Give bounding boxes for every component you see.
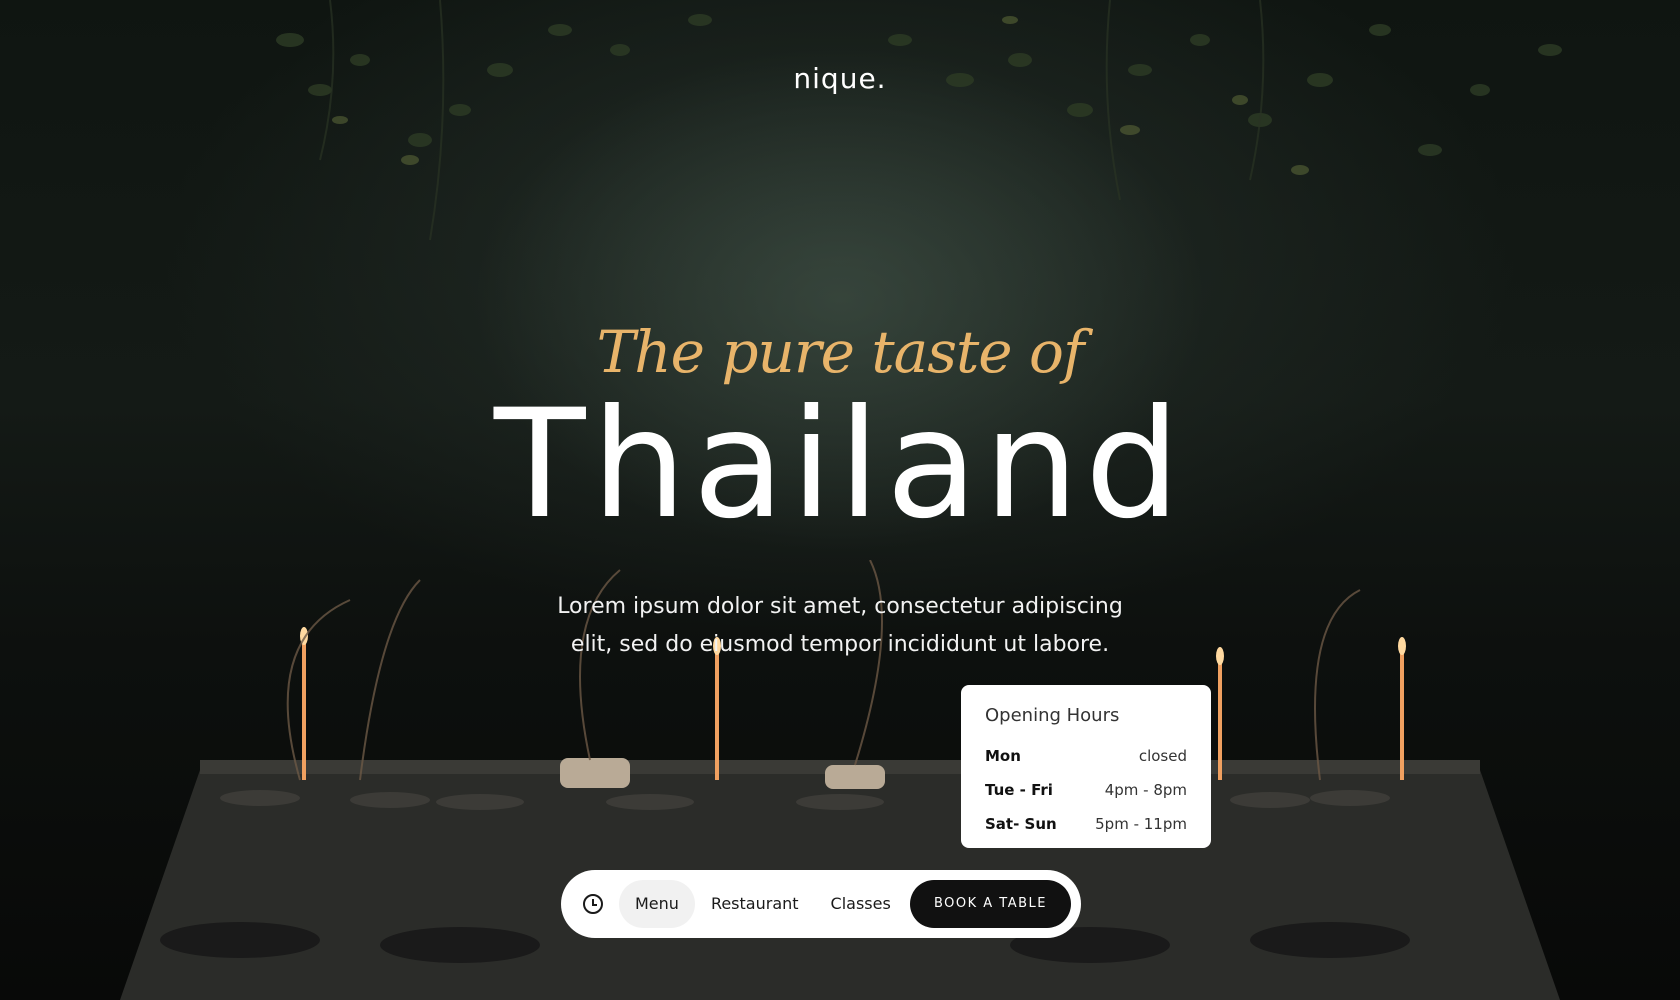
hours-time: 4pm - 8pm — [1104, 781, 1187, 799]
hours-day: Mon — [985, 747, 1021, 765]
brand-logo[interactable]: nique. — [0, 62, 1680, 95]
hours-time: 5pm - 11pm — [1095, 815, 1187, 833]
nav-item-classes[interactable]: Classes — [815, 880, 907, 928]
clock-icon[interactable] — [583, 894, 603, 914]
hero-description-line-2: elit, sed do eiusmod tempor incididunt u… — [570, 632, 1110, 657]
nav-item-menu[interactable]: Menu — [619, 880, 695, 928]
hours-day: Tue - Fri — [985, 781, 1053, 799]
hours-row: Mon closed — [985, 739, 1187, 773]
hero-headline: Thailand — [493, 378, 1187, 552]
opening-hours-card: Opening Hours Mon closed Tue - Fri 4pm -… — [961, 685, 1211, 848]
hours-row: Tue - Fri 4pm - 8pm — [985, 773, 1187, 807]
book-a-table-button[interactable]: BOOK A TABLE — [909, 880, 1071, 928]
hero-description: Lorem ipsum dolor sit amet, consectetur … — [0, 588, 1680, 664]
hours-day: Sat- Sun — [985, 815, 1057, 833]
foliage-decoration — [276, 0, 1562, 241]
bottom-navbar: Menu Restaurant Classes BOOK A TABLE — [561, 870, 1081, 938]
hero-description-line-1: Lorem ipsum dolor sit amet, consectetur … — [557, 594, 1123, 619]
opening-hours-title: Opening Hours — [985, 705, 1120, 726]
nav-item-restaurant[interactable]: Restaurant — [695, 880, 815, 928]
hero-tagline: The pure taste of — [596, 318, 1085, 386]
hours-time: closed — [1138, 747, 1187, 765]
hours-row: Sat- Sun 5pm - 11pm — [985, 807, 1187, 841]
